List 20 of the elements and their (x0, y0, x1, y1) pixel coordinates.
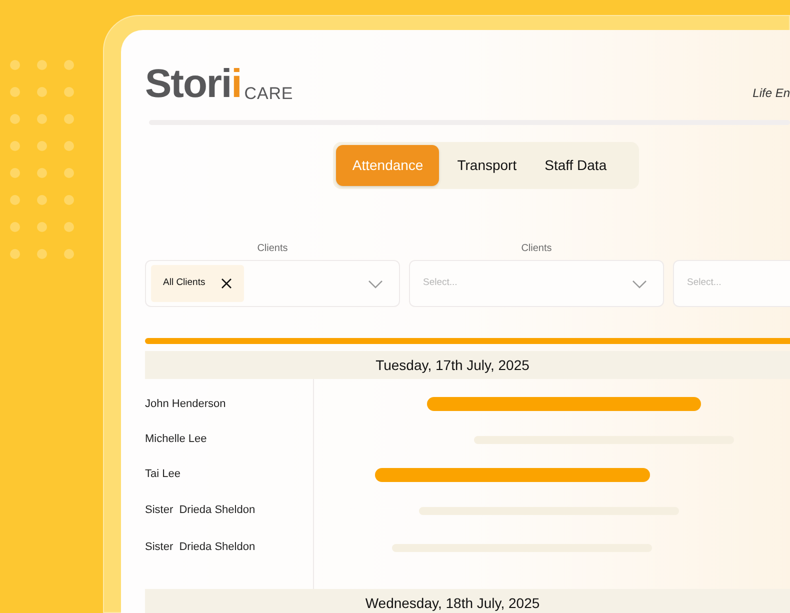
chevron-down-icon (368, 280, 383, 289)
filter-label: Clients (521, 242, 552, 253)
placeholder: Select... (422, 276, 458, 290)
chevron-down-icon (632, 280, 647, 289)
header-text: Life En (752, 85, 790, 102)
client-name: Sister Drieda Sheldon (145, 540, 256, 556)
tab[interactable]: Transport (447, 145, 527, 186)
client-name: Michelle Lee (145, 432, 207, 448)
chip-label: All Clients (163, 276, 206, 290)
placeholder: Select... (686, 276, 722, 290)
filter-label: Clients (257, 242, 288, 253)
date-header: Wednesday, 18th July, 2025 (145, 589, 790, 613)
date-header: Tuesday, 17th July, 2025 (145, 351, 790, 379)
close-icon[interactable] (221, 278, 232, 289)
client-name: John Henderson (145, 396, 226, 412)
dropdown-field[interactable]: All Clients (145, 260, 400, 307)
tab[interactable]: Staff Data (534, 145, 617, 186)
client-name: Tai Lee (145, 467, 180, 482)
logo: Storii CARE (145, 64, 294, 104)
client-name: Sister Drieda Sheldon (145, 503, 256, 518)
